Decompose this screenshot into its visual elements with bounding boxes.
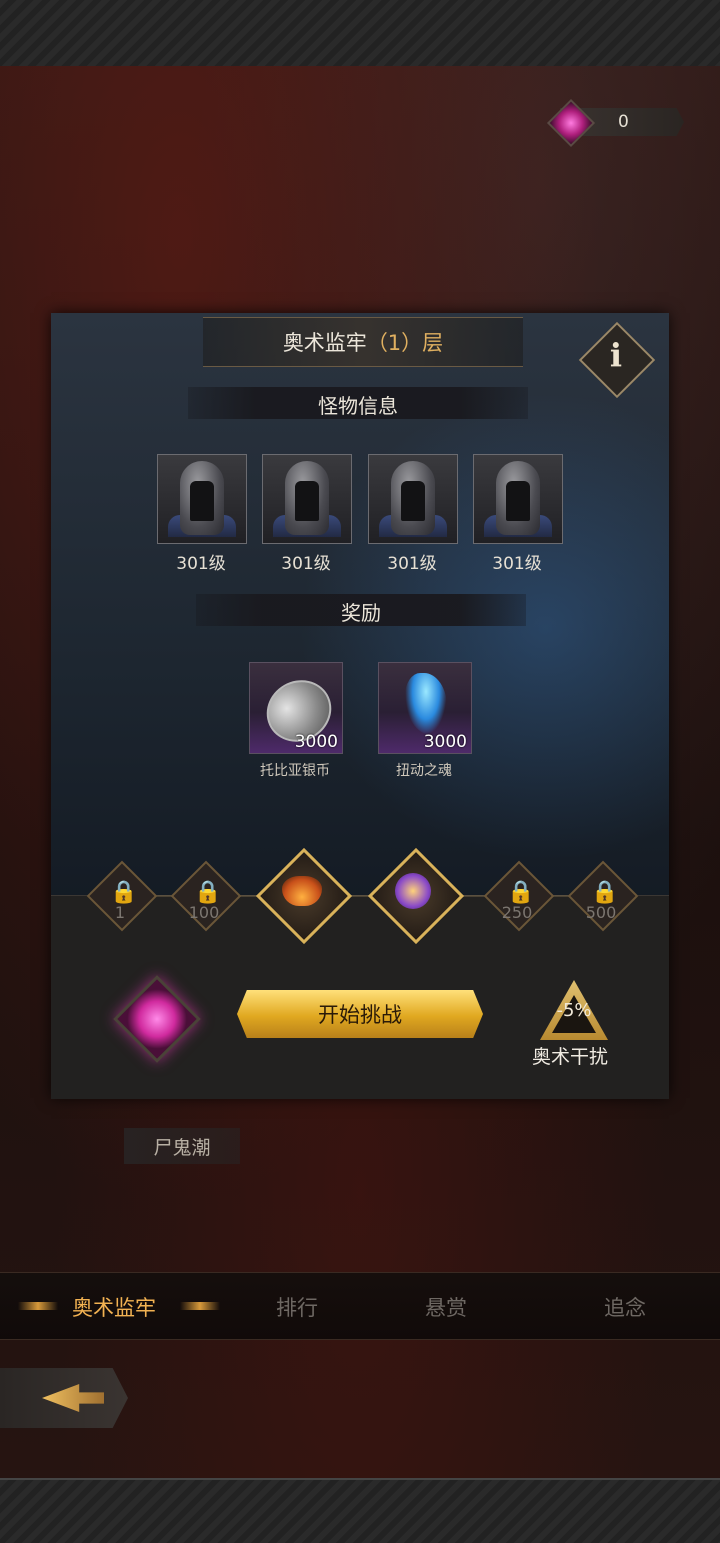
reward-label: 奖励 (341, 601, 381, 625)
dungeon-name: 奥术监牢 (282, 331, 367, 355)
node-label: 100 (188, 903, 220, 922)
top-frame (0, 0, 720, 68)
currency-value: 0 (618, 112, 629, 132)
reward-qty: 3000 (423, 732, 467, 752)
node-label: 1 (114, 903, 126, 922)
info-icon: i (609, 336, 623, 374)
tab-ornament-right (180, 1302, 220, 1310)
visor (506, 481, 530, 521)
monster-card[interactable] (262, 454, 352, 544)
monster-level: 301级 (176, 554, 226, 574)
reward-card[interactable]: 3000 (249, 662, 343, 754)
blue-soul-icon (405, 673, 447, 735)
visor (190, 481, 214, 521)
tab-bounty[interactable]: 悬赏 (425, 1292, 467, 1322)
debuff-value: -5% (556, 1000, 592, 1021)
monster-level: 301级 (492, 554, 542, 574)
reward-name: 扭动之魂 (396, 763, 452, 779)
lock-icon: 🔒 (110, 880, 138, 905)
monster-card[interactable] (368, 454, 458, 544)
lock-icon: 🔒 (591, 880, 619, 905)
monster-card[interactable] (473, 454, 563, 544)
tab-memorial[interactable]: 追念 (604, 1292, 646, 1322)
monster-info-label: 怪物信息 (318, 394, 398, 418)
arcane-orb-icon (395, 873, 431, 909)
start-challenge-button[interactable]: 开始挑战 (237, 990, 483, 1038)
visor (401, 481, 425, 521)
monster-level: 301级 (281, 554, 331, 574)
dungeon-floor: （1）层 (366, 331, 444, 355)
node-label: 500 (585, 903, 617, 922)
reward-card[interactable]: 3000 (378, 662, 472, 754)
lock-icon: 🔒 (507, 880, 535, 905)
lock-icon: 🔒 (194, 880, 222, 905)
event-label[interactable]: 尸鬼潮 (124, 1128, 240, 1164)
monster-card[interactable] (157, 454, 247, 544)
node-label: 250 (501, 903, 533, 922)
dungeon-title: 奥术监牢（1）层 (203, 327, 523, 357)
wizard-hat-icon (282, 876, 322, 906)
visor (295, 481, 319, 521)
tab-ranking[interactable]: 排行 (276, 1292, 318, 1322)
bottom-frame (0, 1478, 720, 1543)
reward-name: 托比亚银币 (260, 763, 330, 779)
reward-qty: 3000 (294, 732, 338, 752)
tab-ornament-left (18, 1302, 58, 1310)
monster-level: 301级 (387, 554, 437, 574)
debuff-label: 奥术干扰 (531, 1046, 608, 1068)
tab-arcane-prison[interactable]: 奥术监牢 (72, 1292, 156, 1322)
